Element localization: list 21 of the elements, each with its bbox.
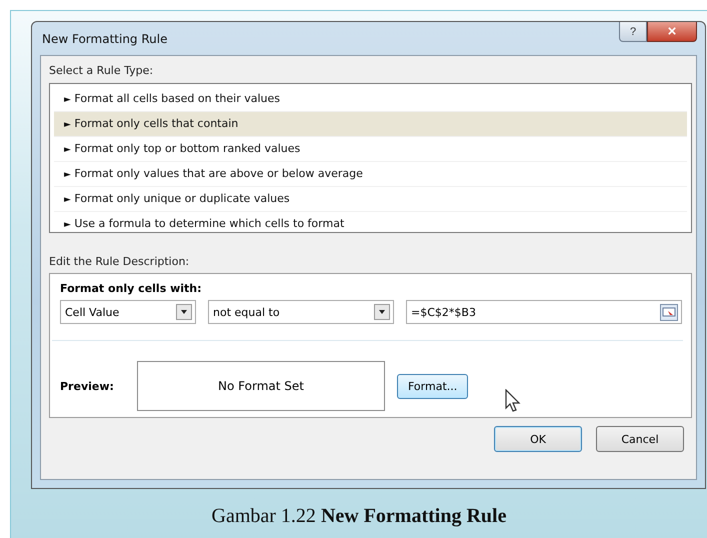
rule-type-item[interactable]: ► Format only values that are above or below average: [54, 162, 687, 187]
rule-type-item[interactable]: ► Format only top or bottom ranked values: [54, 137, 687, 162]
rule-type-item[interactable]: ► Format only cells that contain: [54, 112, 687, 137]
preview-label: Preview:: [60, 380, 115, 392]
operator-dropdown[interactable]: not equal to: [208, 300, 394, 324]
figure-caption: Gambar 1.22 New Formatting Rule: [210, 505, 508, 528]
section-label: Select a Rule Type:: [49, 64, 154, 77]
dialog-button[interactable]: Cancel: [596, 426, 684, 452]
range-picker-icon[interactable]: [660, 304, 678, 320]
window-title: New Formatting Rule: [41, 32, 168, 46]
condition-dropdown[interactable]: Cell Value: [60, 300, 196, 324]
formula-field[interactable]: =$C$2*$B3: [406, 300, 682, 324]
section-heading: Format only cells with:: [60, 282, 202, 295]
help-button[interactable]: ?: [619, 22, 647, 42]
mouse-pointer-icon: [505, 389, 521, 413]
dialog-button[interactable]: OK: [494, 426, 582, 452]
rule-type-item[interactable]: ► Use a formula to determine which cells to format: [54, 212, 687, 237]
format-button[interactable]: Format...: [397, 374, 468, 398]
rule-type-item[interactable]: ► Format only unique or duplicate values: [54, 187, 687, 212]
section-label: Edit the Rule Description:: [49, 255, 190, 268]
preview-box: No Format Set: [137, 361, 385, 411]
